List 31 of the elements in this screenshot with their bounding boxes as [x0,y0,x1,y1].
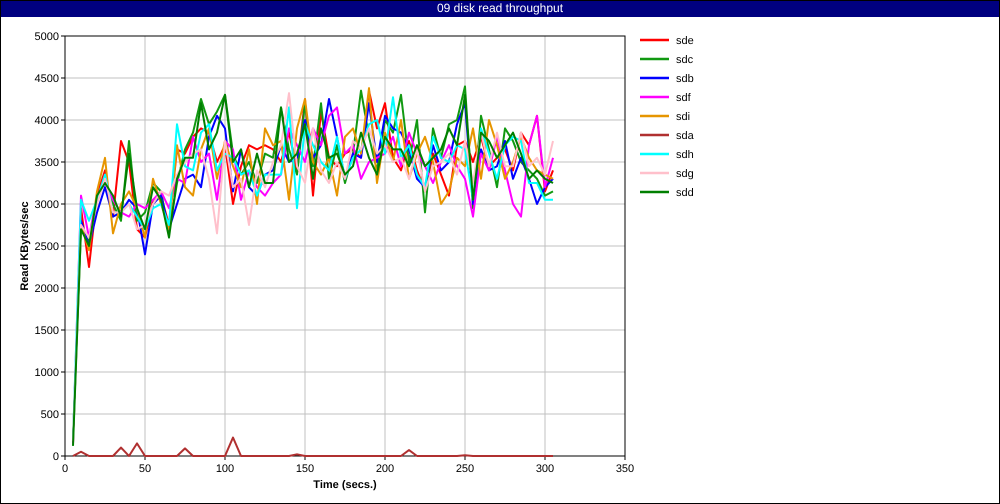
chart-title: 09 disk read throughput [1,1,999,17]
tick-label: 5000 [34,31,59,43]
tick-label: 2500 [34,241,59,253]
tick-label: 50 [138,463,152,475]
tick-label: 200 [376,463,394,475]
legend-label: sdd [676,187,694,199]
axis-title: Read KBytes/sec [19,201,31,291]
tick-label: 3500 [34,157,59,169]
tick-label: 300 [536,463,554,475]
legend-label: sdi [676,111,690,123]
legend-label: sdb [676,73,694,85]
legend-label: sdh [676,149,694,161]
tick-label: 1000 [34,367,59,379]
legend-label: sde [676,35,694,47]
tick-label: 2000 [34,283,59,295]
tick-label: 0 [52,451,59,463]
tick-label: 1500 [34,325,59,337]
legend-label: sdg [676,168,694,180]
legend-label: sda [676,130,694,142]
legend-label: sdc [676,54,694,66]
tick-label: 250 [456,463,474,475]
tick-label: 4000 [34,115,59,127]
axis-title: Time (secs.) [313,479,377,491]
tick-label: 100 [216,463,234,475]
tick-label: 3000 [34,199,59,211]
tick-label: 150 [296,463,314,475]
tick-label: 4500 [34,73,59,85]
legend-label: sdf [676,92,691,104]
tick-label: 500 [40,409,59,421]
tick-label: 0 [62,463,68,475]
tick-label: 350 [616,463,634,475]
